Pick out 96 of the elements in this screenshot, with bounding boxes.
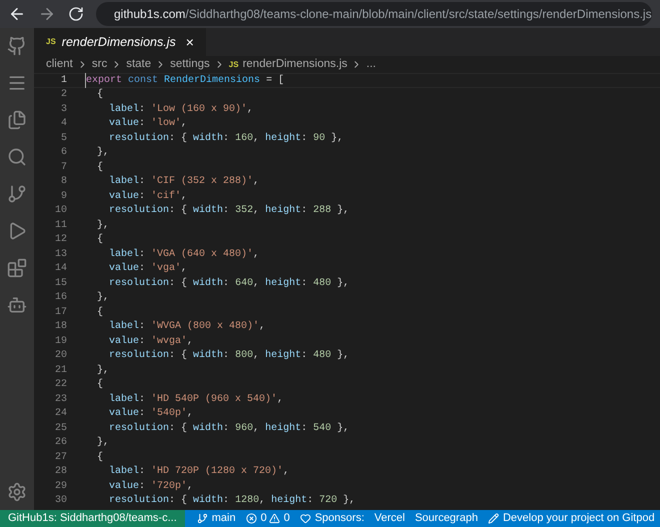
breadcrumb-item[interactable]: renderDimensions.js (242, 56, 348, 74)
code-line: resolution: { width: 1280, height: 720 }, (108, 494, 356, 508)
code-line: label: 'HD 540P (960 x 540)', (108, 392, 284, 407)
status-item[interactable]: 0 (246, 510, 267, 527)
code-line: label: 'WVGA (800 x 480)', (108, 320, 266, 334)
code-line: value: '540p', (108, 406, 194, 422)
line-number: 4 (60, 117, 67, 132)
code-line: value: 'cif', (108, 190, 188, 204)
code-line: value: '720p', (108, 480, 194, 494)
code-line: { (96, 450, 104, 465)
pencil-icon (488, 513, 499, 524)
files-icon[interactable] (7, 110, 27, 130)
code-line: label: 'CIF (352 x 288)', (108, 174, 260, 190)
error-icon (246, 513, 257, 524)
breadcrumb-item[interactable]: ... (366, 56, 376, 74)
heart-icon (300, 513, 311, 524)
line-number: 17 (54, 306, 67, 320)
line-number: 11 (54, 218, 67, 233)
code-line: }, (96, 146, 110, 160)
line-number: 15 (54, 276, 67, 291)
line-number: 20 (54, 349, 67, 364)
line-number: 1 (60, 74, 67, 88)
line-number: 30 (54, 494, 67, 508)
breadcrumb-item[interactable]: settings (170, 56, 210, 74)
line-number: 12 (54, 233, 67, 248)
close-icon[interactable]: × (186, 32, 194, 52)
breadcrumb-item[interactable]: state (126, 56, 152, 74)
line-number: 2 (60, 88, 67, 102)
forward-icon[interactable] (38, 5, 56, 23)
line-number: 23 (54, 392, 67, 407)
code-line: }, (96, 218, 110, 233)
line-number: 24 (54, 407, 67, 422)
branch-icon[interactable] (7, 184, 27, 204)
line-number: 25 (54, 422, 67, 436)
code-line: label: 'Low (160 x 90)', (108, 102, 254, 117)
code-line: { (96, 232, 104, 248)
code-line: }, (96, 290, 110, 306)
code-line: }, (96, 436, 110, 450)
robot-icon[interactable] (7, 295, 27, 315)
blocks-icon[interactable] (7, 258, 27, 278)
code-line: value: 'low', (108, 116, 188, 132)
breadcrumb-item[interactable]: client (46, 56, 73, 74)
search-icon[interactable] (7, 147, 27, 167)
line-number: 13 (54, 248, 67, 262)
code-line: { (96, 88, 104, 102)
address-bar[interactable]: github1s.com/Siddharthg08/teams-clone-main/blob/main/client/src/state/settings/renderDimensions.js (96, 2, 652, 26)
code-line: value: 'wvga', (108, 334, 194, 349)
line-number: 14 (54, 262, 67, 276)
line-number: 5 (60, 132, 67, 146)
code-line: resolution: { width: 800, height: 480 }, (108, 348, 350, 364)
code-line: resolution: { width: 640, height: 480 }, (108, 276, 350, 291)
line-number: 10 (54, 204, 67, 218)
code-line: value: 'vga', (108, 262, 188, 276)
status-item[interactable]: Develop your project on Gitpod (488, 510, 655, 527)
code-line: resolution: { width: 352, height: 288 }, (108, 204, 350, 218)
github-icon[interactable] (7, 36, 27, 56)
line-number: 18 (54, 320, 67, 334)
code-line: resolution: { width: 960, height: 540 }, (108, 422, 350, 436)
line-number: 7 (60, 160, 67, 175)
status-item[interactable]: main (196, 510, 236, 527)
remote-indicator[interactable]: GitHub1s: Siddharthg08/teams-c... (0, 510, 185, 527)
code-line: { (96, 160, 104, 175)
js-file-icon: JS (46, 36, 56, 48)
line-number: 3 (60, 102, 67, 117)
line-number: 28 (54, 465, 67, 480)
code-line: { (96, 378, 104, 392)
code-line: label: 'VGA (640 x 480)', (108, 248, 260, 262)
branch-icon (196, 513, 208, 524)
url-text: github1s.com/Siddharthg08/teams-clone-main/blob/main/client/src/state/settings/renderDimensions.js (114, 6, 652, 23)
line-number: 19 (54, 334, 67, 349)
line-number: 21 (54, 364, 67, 378)
status-item[interactable]: Sponsors: (300, 510, 364, 527)
line-number: 26 (54, 436, 67, 450)
editor-tab[interactable]: JS renderDimensions.js × (34, 28, 206, 56)
code-line: }, (96, 364, 110, 378)
code-line: label: 'HD 720P (1280 x 720)', (108, 464, 290, 480)
breadcrumb-item[interactable]: src (92, 56, 108, 74)
tab-title: renderDimensions.js (62, 34, 176, 51)
status-item[interactable]: Vercel (374, 510, 405, 527)
line-number: 27 (54, 450, 67, 465)
line-number: 22 (54, 378, 67, 392)
line-number: 9 (60, 190, 67, 204)
settings-icon[interactable] (7, 482, 27, 502)
status-item[interactable]: Sourcegraph (414, 510, 478, 527)
line-number: 16 (54, 291, 67, 306)
js-file-icon: JS (228, 58, 239, 70)
code-line: resolution: { width: 160, height: 90 }, (108, 132, 344, 146)
line-number: 6 (60, 146, 67, 160)
warning-icon (268, 513, 280, 524)
back-icon[interactable] (8, 5, 26, 23)
code-line: { (96, 306, 104, 320)
code-line: export const RenderDimensions = [ (85, 73, 284, 88)
reload-icon[interactable] (68, 6, 84, 22)
line-number: 29 (54, 480, 67, 494)
line-number: 8 (60, 175, 67, 190)
status-item[interactable]: 0 (268, 510, 290, 527)
